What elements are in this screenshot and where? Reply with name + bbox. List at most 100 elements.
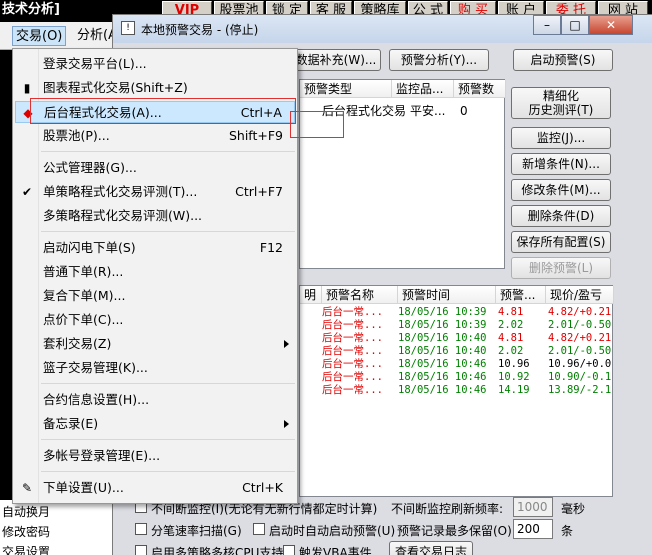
alert-time-cell[interactable]: 18/05/16 10:46 <box>398 358 494 371</box>
alert-price-cell[interactable]: 4.81 <box>498 306 544 319</box>
alert-analysis-button[interactable]: 预警分析(Y)... <box>389 49 489 71</box>
view-trade-log-button[interactable]: 查看交易日志 <box>389 541 473 555</box>
current-pl-cell[interactable]: 4.82/+0.21 <box>548 332 614 345</box>
monitor-button[interactable]: 监控(J)... <box>511 127 611 149</box>
alert-name-cell[interactable]: 后台一常... <box>322 345 396 358</box>
menu-item[interactable]: 多策略程式化交易评测(W)... <box>15 205 295 227</box>
menu-item-shortcut: Shift+F9 <box>228 128 283 143</box>
col-monitor-item[interactable]: 监控品... <box>392 80 454 98</box>
maximize-button[interactable]: □ <box>561 15 589 35</box>
alert-price-cell[interactable]: 10.92 <box>498 371 544 384</box>
col-alert-type[interactable]: 预警类型 <box>300 80 392 98</box>
highlight-box-menu <box>30 98 296 124</box>
minimize-button[interactable]: – <box>533 15 561 35</box>
current-pl-cell[interactable]: 2.01/-0.50 <box>548 319 614 332</box>
col-current-pl[interactable]: 现价/盈亏 <box>546 286 614 304</box>
menu-item[interactable]: ▮ 图表程式化交易(Shift+Z) <box>15 77 295 99</box>
menu-trade[interactable]: 交易(O) <box>12 26 67 46</box>
auto-start-checkbox[interactable] <box>253 523 265 535</box>
menu-item-label: 多策略程式化交易评测(W)... <box>43 208 203 223</box>
menu-item-label: 篮子交易管理(K)... <box>43 360 148 375</box>
tick-scan-checkbox[interactable] <box>135 523 147 535</box>
cond-monitor[interactable]: 平安... <box>410 103 445 119</box>
change-password-item[interactable]: 修改密码 <box>2 523 50 540</box>
alert-price-cell[interactable]: 14.19 <box>498 384 544 397</box>
menu-item[interactable]: 点价下单(C)... <box>15 309 295 331</box>
alert-name-cell[interactable]: 后台一常... <box>322 332 396 345</box>
alert-name-cell[interactable]: 后台一常... <box>322 371 396 384</box>
alert-price-cell[interactable]: 2.02 <box>498 319 544 332</box>
menu-item[interactable]: 套利交易(Z) <box>15 333 295 355</box>
highlight-box-link <box>290 111 344 138</box>
current-pl-cell[interactable]: 13.89/-2.1 <box>548 384 614 397</box>
col-alert-name[interactable]: 预警名称 <box>322 286 398 304</box>
dialog-titlebar: ! 本地预警交易 - (停止) – □ ✕ <box>113 15 652 43</box>
current-pl-cell[interactable]: 10.90/-0.1 <box>548 371 614 384</box>
menu-separator <box>41 439 295 440</box>
alert-time-cell[interactable]: 18/05/16 10:46 <box>398 384 494 397</box>
menu-item[interactable]: 启动闪电下单(S) F12 <box>15 237 295 259</box>
current-pl-cell[interactable]: 4.82/+0.21 <box>548 306 614 319</box>
current-pl-cell[interactable]: 10.96/+0.0 <box>548 358 614 371</box>
current-pl-cell[interactable]: 2.01/-0.50 <box>548 345 614 358</box>
add-condition-button[interactable]: 新增条件(N)... <box>511 153 611 175</box>
data-supplement-button[interactable]: 数据补充(W)... <box>291 49 381 71</box>
menu-item[interactable]: 公式管理器(G)... <box>15 157 295 179</box>
auto-rollover-item[interactable]: 自动换月 <box>2 503 50 520</box>
vba-event-checkbox[interactable] <box>283 545 295 555</box>
col-alert-count[interactable]: 预警数 <box>454 80 506 98</box>
refresh-rate-input[interactable]: 1000 <box>513 497 553 517</box>
close-button[interactable]: ✕ <box>589 15 633 35</box>
menu-item-label: 备忘录(E) <box>43 416 99 431</box>
alert-price-cell[interactable]: 10.96 <box>498 358 544 371</box>
menu-item[interactable]: 复合下单(M)... <box>15 285 295 307</box>
refine-history-button[interactable]: 精细化 历史测评(T) <box>511 87 611 119</box>
alert-price-cell[interactable]: 2.02 <box>498 345 544 358</box>
menu-item-label: 登录交易平台(L)... <box>43 56 147 71</box>
refresh-rate-label: 不间断监控刷新频率: <box>391 502 504 516</box>
menu-item-label: 普通下单(R)... <box>43 264 124 279</box>
col-alert-price[interactable]: 预警... <box>496 286 546 304</box>
delete-condition-button[interactable]: 删除条件(D) <box>511 205 611 227</box>
col-alert-time[interactable]: 预警时间 <box>398 286 496 304</box>
menu-item[interactable]: 合约信息设置(H)... <box>15 389 295 411</box>
menu-item-label: 点价下单(C)... <box>43 312 124 327</box>
menu-item-shortcut: F12 <box>259 240 283 255</box>
menu-separator <box>41 471 295 472</box>
app-title: 技术分析] <box>2 2 60 17</box>
menu-item-label: 套利交易(Z) <box>43 336 112 351</box>
alert-name-cell[interactable]: 后台一常... <box>322 306 396 319</box>
alert-name-cell[interactable]: 后台一常... <box>322 384 396 397</box>
delete-alert-button[interactable]: 删除预警(L) <box>511 257 611 279</box>
col-detail[interactable]: 明 <box>300 286 322 304</box>
menu-item[interactable]: 篮子交易管理(K)... <box>15 357 295 379</box>
alert-name-cell[interactable]: 后台一常... <box>322 358 396 371</box>
menu-item[interactable]: 备忘录(E) <box>15 413 295 435</box>
menu-item[interactable]: 普通下单(R)... <box>15 261 295 283</box>
alert-time-cell[interactable]: 18/05/16 10:40 <box>398 332 494 345</box>
multicore-checkbox[interactable] <box>135 545 147 555</box>
menu-item[interactable]: 多帐号登录管理(E)... <box>15 445 295 467</box>
save-config-button[interactable]: 保存所有配置(S) <box>511 231 611 253</box>
menu-item[interactable]: 登录交易平台(L)... <box>15 53 295 75</box>
chart-icon: ▮ <box>23 81 31 95</box>
alert-price-cell[interactable]: 4.81 <box>498 332 544 345</box>
auto-start-label: 启动时自动启动预警(U) <box>269 524 396 538</box>
tools-icon: ✎ <box>21 481 33 495</box>
modify-condition-button[interactable]: 修改条件(M)... <box>511 179 611 201</box>
cond-count[interactable]: 0 <box>460 103 468 119</box>
alert-time-cell[interactable]: 18/05/16 10:39 <box>398 319 494 332</box>
start-alert-button[interactable]: 启动预警(S) <box>513 49 613 71</box>
menu-item-label: 单策略程式化交易评测(T)... <box>43 184 198 199</box>
menu-item[interactable]: 股票池(P)... Shift+F9 <box>15 125 295 147</box>
menu-item[interactable]: ✔ 单策略程式化交易评测(T)... Ctrl+F7 <box>15 181 295 203</box>
left-chart-strip <box>0 50 12 555</box>
record-keep-input[interactable]: 200 <box>513 519 553 539</box>
menu-item[interactable]: ✎ 下单设置(U)... Ctrl+K <box>15 477 295 499</box>
alert-time-cell[interactable]: 18/05/16 10:46 <box>398 371 494 384</box>
alert-time-cell[interactable]: 18/05/16 10:40 <box>398 345 494 358</box>
condition-table: 预警类型 监控品... 预警数 后台程式化交易 平安... 0 <box>299 79 506 269</box>
alert-time-cell[interactable]: 18/05/16 10:39 <box>398 306 494 319</box>
alert-name-cell[interactable]: 后台一常... <box>322 319 396 332</box>
trade-settings-item[interactable]: 交易设置 <box>2 543 50 555</box>
